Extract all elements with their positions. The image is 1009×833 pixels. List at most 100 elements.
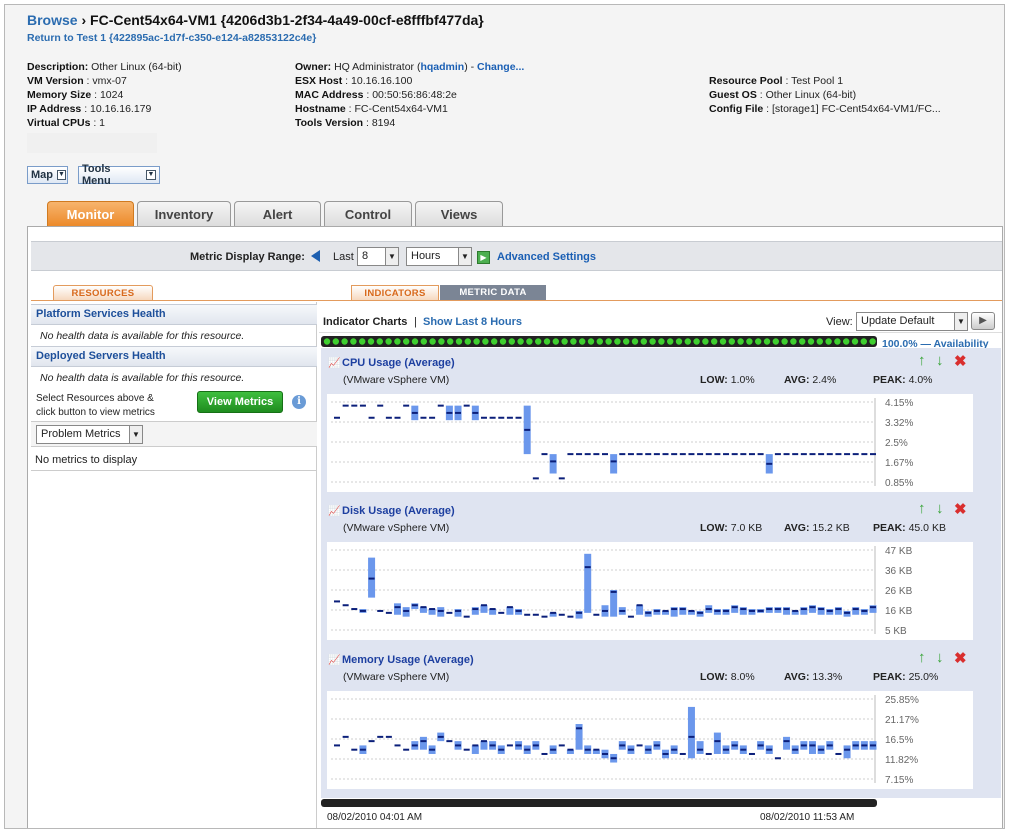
tab-monitor[interactable]: Monitor xyxy=(47,201,134,226)
map-menu-button[interactable]: Map ▼ xyxy=(27,166,68,184)
move-down-icon[interactable]: ↓ xyxy=(936,352,944,369)
y-tick-label: 1.67% xyxy=(885,458,913,469)
avg-marker xyxy=(489,744,496,747)
disk-chart-svg: 47 KB 36 KB 26 KB 16 KB 5 KB xyxy=(331,546,913,637)
move-down-icon[interactable]: ↓ xyxy=(936,500,944,517)
avg-marker xyxy=(783,740,790,743)
info-icon[interactable]: i xyxy=(292,395,306,409)
avg-marker xyxy=(498,748,505,751)
view-go-button[interactable]: ▶ xyxy=(971,312,995,330)
avg-marker xyxy=(550,748,557,751)
return-link[interactable]: Return to Test 1 {422895ac-1d7f-c350-e12… xyxy=(27,32,484,44)
avg-marker xyxy=(809,606,816,609)
availability-dot xyxy=(447,338,454,345)
prop-label: ESX Host xyxy=(295,75,343,87)
availability-dot xyxy=(570,338,577,345)
avg-marker xyxy=(463,404,470,407)
move-up-icon[interactable]: ↑ xyxy=(918,352,926,369)
owner-user-link[interactable]: hqadmin xyxy=(420,61,464,73)
show-last-link[interactable]: Show Last 8 Hours xyxy=(423,316,522,328)
avg-marker xyxy=(783,453,790,456)
memory-peak: PEAK: 25.0% xyxy=(873,671,938,683)
avg-marker xyxy=(472,608,479,611)
avg-marker xyxy=(679,453,686,456)
remove-chart-icon[interactable]: ✖ xyxy=(954,500,967,518)
availability-dot xyxy=(517,338,524,345)
tab-control[interactable]: Control xyxy=(324,201,412,226)
avg-marker xyxy=(826,453,833,456)
advanced-settings-link[interactable]: Advanced Settings xyxy=(497,251,596,263)
move-up-icon[interactable]: ↑ xyxy=(918,500,926,517)
avg-marker xyxy=(394,416,401,419)
memory-chart-title[interactable]: Memory Usage (Average) xyxy=(342,654,474,666)
problem-metrics-select[interactable]: Problem Metrics ▼ xyxy=(36,425,143,444)
prop-value: ) - xyxy=(464,61,478,73)
avg-marker xyxy=(584,748,591,751)
avg-marker xyxy=(844,611,851,614)
remove-chart-icon[interactable]: ✖ xyxy=(954,649,967,667)
prop-owner: Owner: HQ Administrator (hqadmin) - Chan… xyxy=(295,60,524,74)
range-unit-select[interactable]: Hours ▼ xyxy=(406,247,472,266)
change-owner-link[interactable]: Change... xyxy=(477,61,524,73)
avg-marker xyxy=(541,752,548,755)
tab-inventory[interactable]: Inventory xyxy=(137,201,231,226)
availability-dot xyxy=(719,338,727,345)
avg-marker xyxy=(697,748,704,751)
chart-icon: 📈 xyxy=(328,506,341,517)
range-bar xyxy=(419,736,427,750)
availability-dot xyxy=(323,338,331,345)
avg-marker xyxy=(541,615,548,618)
stat-value: 45.0 KB xyxy=(905,522,946,534)
range-bar xyxy=(394,603,402,615)
prop-value: : FC-Cent54x64-VM1 xyxy=(345,103,448,115)
stat-value: 7.0 KB xyxy=(727,522,763,534)
avg-marker xyxy=(636,453,643,456)
prop-label: Owner: xyxy=(295,61,332,73)
avg-marker xyxy=(844,748,851,751)
range-bar xyxy=(506,607,514,615)
range-count-value: 8 xyxy=(362,250,369,262)
avg-marker xyxy=(385,735,392,738)
stat-value: 15.2 KB xyxy=(809,522,850,534)
availability-dot xyxy=(667,338,674,345)
range-bar xyxy=(480,741,488,750)
prop-label: Description: xyxy=(27,61,89,73)
view-metrics-button[interactable]: View Metrics xyxy=(197,391,283,413)
avg-marker xyxy=(636,744,643,747)
avg-marker xyxy=(705,752,712,755)
toolbar-separator: | xyxy=(414,316,417,328)
range-count-select[interactable]: 8 ▼ xyxy=(357,247,399,266)
advanced-settings-icon[interactable]: ▶ xyxy=(477,251,490,264)
y-tick-label: 26 KB xyxy=(885,586,913,597)
avg-marker xyxy=(446,411,453,414)
avg-marker xyxy=(593,613,600,616)
avg-marker xyxy=(662,752,669,755)
tools-menu-button[interactable]: Tools Menu ▼ xyxy=(78,163,160,187)
avg-marker xyxy=(679,608,686,611)
availability-dot xyxy=(763,338,771,345)
tab-views[interactable]: Views xyxy=(415,201,503,226)
prop-config-file: Config File : [storage1] FC-Cent54x64-VM… xyxy=(709,102,941,116)
move-up-icon[interactable]: ↑ xyxy=(918,649,926,666)
avg-marker xyxy=(714,609,721,612)
disk-chart-title[interactable]: Disk Usage (Average) xyxy=(342,505,455,517)
cpu-chart-title[interactable]: CPU Usage (Average) xyxy=(342,357,455,369)
remove-chart-icon[interactable]: ✖ xyxy=(954,352,967,370)
avg-marker xyxy=(800,608,807,611)
memory-plot: 25.85% 21.17% 16.5% 11.82% 7.15% xyxy=(327,691,973,789)
avg-marker xyxy=(377,404,384,407)
view-select[interactable]: Update Default ▼ xyxy=(856,312,968,331)
avg-marker xyxy=(463,615,470,618)
tab-resources[interactable]: RESOURCES xyxy=(53,285,153,300)
availability-dot xyxy=(816,338,823,345)
browse-link[interactable]: Browse xyxy=(27,12,78,28)
move-down-icon[interactable]: ↓ xyxy=(936,649,944,666)
tab-indicators[interactable]: INDICATORS xyxy=(351,285,439,300)
availability-dot xyxy=(640,338,647,345)
prop-guest-os: Guest OS : Other Linux (64-bit) xyxy=(709,88,856,102)
prop-value: : 10.16.16.100 xyxy=(342,75,413,87)
tab-metric-data[interactable]: METRIC DATA xyxy=(440,285,546,300)
availability-dot xyxy=(693,338,700,345)
tab-alert[interactable]: Alert xyxy=(234,201,321,226)
range-back-icon[interactable] xyxy=(311,250,320,262)
